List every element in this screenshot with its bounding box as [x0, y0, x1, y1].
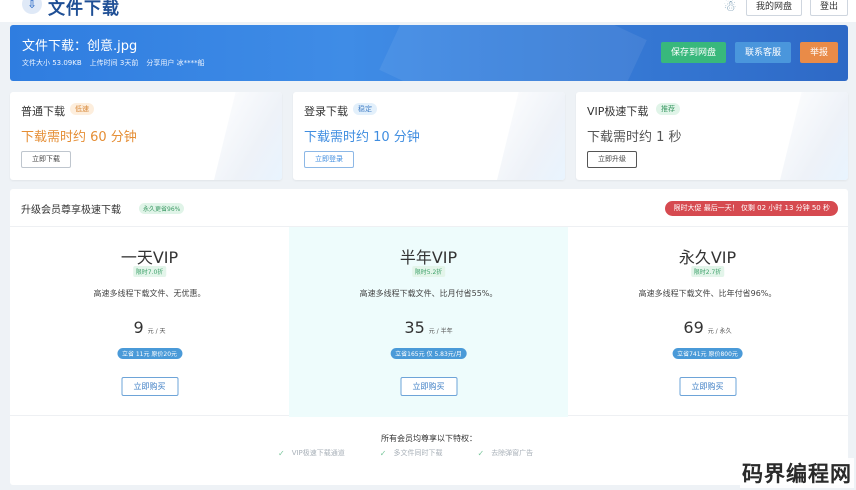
download-option-name: 登录下载 — [304, 105, 348, 118]
download-option-vip: VIP极速下载 推荐 下载需时约 1 秒 立即升级 — [576, 92, 848, 180]
save-to-drive-button[interactable]: 保存到网盘 — [660, 42, 726, 63]
perks-title: 所有会员均尊享以下特权： — [381, 434, 477, 443]
plan-price: 35 元 / 半年 — [289, 318, 568, 337]
vip-upgrade-panel: 升级会员尊享极速下载 永久更省96% 限时大促 最后一天！ 仅剩 02 小时 1… — [10, 189, 848, 485]
buy-now-button[interactable]: 立即购买 — [679, 377, 736, 396]
plan-price: 9元 / 天 — [10, 318, 289, 337]
download-option-normal: 普通下载 低速 下载需时约 60 分钟 立即下载 — [10, 92, 282, 180]
perks-list: ✓ VIP极速下载通道 ✓ 多文件同时下载 ✓ 去除弹窗广告 — [278, 448, 533, 458]
plan-name: 半年VIP — [399, 248, 458, 267]
logout-button[interactable]: 登出 — [809, 0, 848, 16]
speed-badge: 低速 — [70, 103, 94, 115]
plan-name: 永久VIP — [678, 248, 737, 267]
buy-now-button[interactable]: 立即购买 — [400, 377, 457, 396]
plan-savings-badge: 立省165元 仅 5.83元/月 — [390, 348, 467, 359]
site-watermark: 码界编程网 — [740, 458, 854, 488]
plan-description: 高速多线程下载文件、比月付省55%。 — [359, 289, 498, 298]
buy-now-button[interactable]: 立即购买 — [121, 377, 178, 396]
perk-item: ✓ 去除弹窗广告 — [477, 448, 533, 458]
download-time: 下载需时约 10 分钟 — [304, 130, 420, 145]
plan-price: 69 元 / 永久 — [568, 318, 847, 337]
file-actions: 保存到网盘 联系客服 举报 — [660, 42, 838, 63]
speed-badge: 推荐 — [656, 103, 680, 115]
plan-savings-badge: 立省 11元 原价20元 — [116, 348, 183, 359]
upgrade-now-button[interactable]: 立即升级 — [587, 151, 637, 168]
price-unit: 元 / 天 — [147, 328, 166, 335]
price-unit: 元 / 永久 — [707, 328, 732, 335]
plan-description: 高速多线程下载文件、无优惠。 — [93, 289, 206, 298]
vip-plan-half-year: 半年VIP 限时5.2折 高速多线程下载文件、比月付省55%。 35 元 / 半年… — [289, 227, 568, 417]
plan-description: 高速多线程下载文件、比年付省96%。 — [638, 289, 777, 298]
perk-item: ✓ 多文件同时下载 — [380, 448, 443, 458]
vip-savings-badge: 永久更省96% — [139, 203, 185, 214]
top-right-nav: ☃ 我的网盘 登出 — [722, 0, 848, 16]
perk-item: ✓ VIP极速下载通道 — [278, 448, 345, 458]
plan-discount-badge: 限时7.0折 — [132, 266, 167, 277]
sharer: 分享用户 冰****船 — [146, 59, 205, 67]
price-value: 69 — [683, 318, 704, 337]
my-drive-button[interactable]: 我的网盘 — [745, 0, 802, 16]
price-value: 35 — [404, 318, 425, 337]
download-option-name: VIP极速下载 — [587, 105, 649, 118]
contact-support-button[interactable]: 联系客服 — [734, 42, 791, 63]
vip-plans: 一天VIP 限时7.0折 高速多线程下载文件、无优惠。 9元 / 天 立省 11… — [10, 226, 848, 417]
login-now-button[interactable]: 立即登录 — [304, 151, 354, 168]
download-option-name: 普通下载 — [21, 105, 65, 118]
report-button[interactable]: 举报 — [799, 42, 838, 63]
download-time: 下载需时约 1 秒 — [587, 130, 682, 145]
vip-plan-lifetime: 永久VIP 限时2.7折 高速多线程下载文件、比年付省96%。 69 元 / 永久… — [568, 227, 847, 417]
file-title: 文件下载：创意.jpg — [22, 39, 138, 54]
plan-discount-badge: 限时2.7折 — [690, 266, 725, 277]
user-avatar-icon[interactable]: ☃ — [722, 0, 738, 16]
site-title: 文件下载 — [48, 0, 120, 19]
file-banner: 文件下载：创意.jpg 文件大小 53.09KB 上传时间 3天前 分享用户 冰… — [10, 25, 848, 81]
price-value: 9 — [133, 318, 144, 337]
perk-label: VIP极速下载通道 — [291, 449, 345, 457]
vip-section-title: 升级会员尊享极速下载 — [21, 205, 121, 216]
file-size: 文件大小 53.09KB — [22, 59, 82, 67]
plan-name: 一天VIP — [120, 248, 179, 267]
download-now-button[interactable]: 立即下载 — [21, 151, 71, 168]
perk-label: 多文件同时下载 — [393, 449, 443, 457]
promo-countdown-badge: 限时大促 最后一天！ 仅剩 02 小时 13 分钟 50 秒 — [665, 201, 838, 216]
check-icon: ✓ — [477, 448, 485, 458]
check-icon: ✓ — [379, 448, 387, 458]
plan-discount-badge: 限时5.2折 — [411, 266, 446, 277]
download-option-login: 登录下载 稳定 下载需时约 10 分钟 立即登录 — [293, 92, 565, 180]
plan-savings-badge: 立省741元 原价800元 — [672, 348, 743, 359]
perk-label: 去除弹窗广告 — [491, 449, 534, 457]
price-unit: 元 / 半年 — [428, 328, 453, 335]
check-icon: ✓ — [278, 448, 285, 458]
upload-time: 上传时间 3天前 — [89, 59, 139, 67]
vip-plan-day: 一天VIP 限时7.0折 高速多线程下载文件、无优惠。 9元 / 天 立省 11… — [10, 227, 289, 417]
file-meta: 文件大小 53.09KB 上传时间 3天前 分享用户 冰****船 — [22, 58, 205, 68]
download-logo-icon: ⇩ — [22, 0, 42, 14]
speed-badge: 稳定 — [353, 103, 377, 115]
download-time: 下载需时约 60 分钟 — [21, 130, 137, 145]
top-bar: ⇩ 文件下载 ☃ 我的网盘 登出 — [0, 0, 856, 22]
